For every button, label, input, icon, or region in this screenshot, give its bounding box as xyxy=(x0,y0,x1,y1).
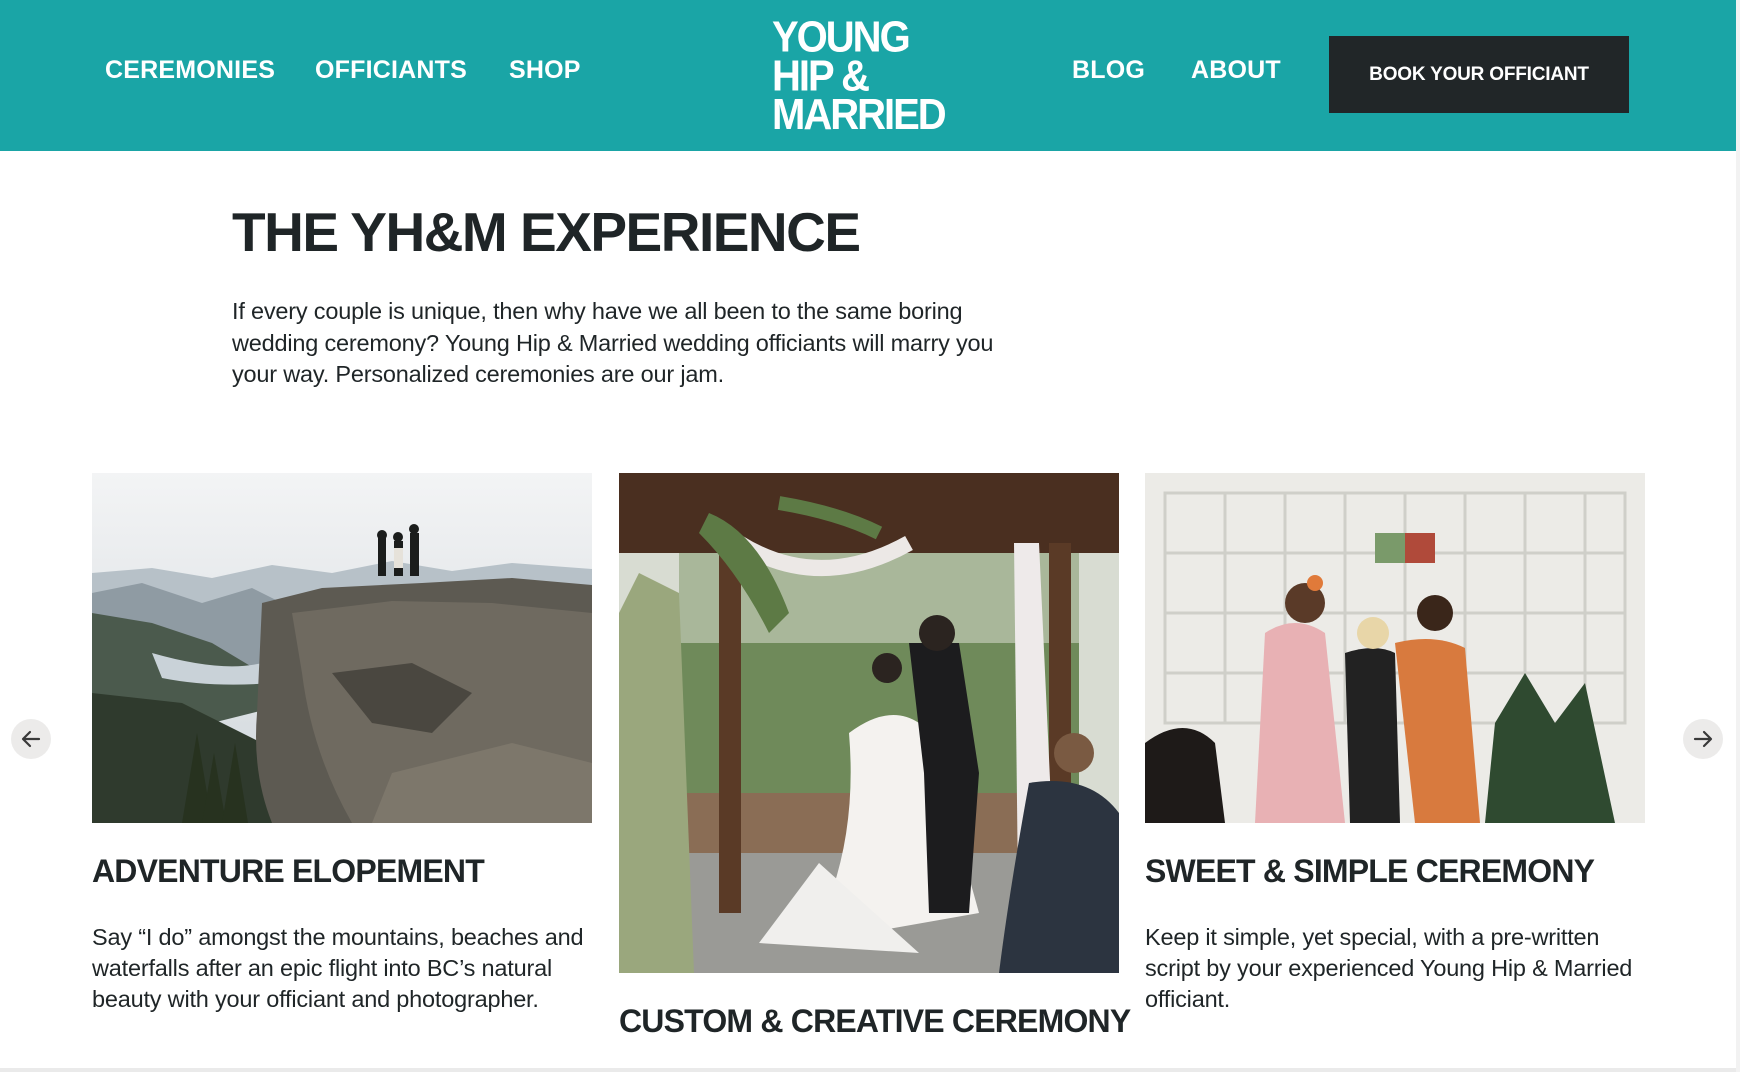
carousel-next-button[interactable] xyxy=(1683,719,1723,759)
nav-officiants[interactable]: OFFICIANTS xyxy=(315,56,467,85)
sweet-simple-ceremony-photo[interactable] xyxy=(1145,473,1645,823)
site-logo[interactable]: YOUNG HIP & MARRIED xyxy=(772,13,947,142)
page-right-edge xyxy=(1736,0,1740,1072)
card-text-sweet-simple: Keep it simple, yet special, with a pre-… xyxy=(1145,924,1633,1012)
carousel-prev-button[interactable] xyxy=(11,719,51,759)
custom-ceremony-photo[interactable] xyxy=(619,473,1119,973)
site-header: CEREMONIES OFFICIANTS SHOP YOUNG HIP & M… xyxy=(0,0,1736,151)
book-officiant-button[interactable]: BOOK YOUR OFFICIANT xyxy=(1329,36,1629,113)
adventure-elopement-photo[interactable] xyxy=(92,473,592,823)
card-text-adventure: Say “I do” amongst the mountains, beache… xyxy=(92,924,584,1012)
nav-shop[interactable]: SHOP xyxy=(509,56,581,85)
intro-paragraph: If every couple is unique, then why have… xyxy=(232,298,994,387)
logo-line-young: YOUNG xyxy=(772,13,911,62)
arrow-right-icon xyxy=(1693,730,1713,748)
nav-ceremonies[interactable]: CEREMONIES xyxy=(105,56,275,85)
arrow-left-icon xyxy=(21,730,41,748)
card-title-sweet-simple: SWEET & SIMPLE CEREMONY xyxy=(1145,853,1595,889)
nav-blog[interactable]: BLOG xyxy=(1072,56,1145,85)
logo-line-hip: HIP & xyxy=(772,52,870,101)
section-title: THE YH&M EXPERIENCE xyxy=(232,201,861,263)
nav-about[interactable]: ABOUT xyxy=(1191,56,1281,85)
card-title-adventure: ADVENTURE ELOPEMENT xyxy=(92,853,485,889)
card-title-custom: CUSTOM & CREATIVE CEREMONY xyxy=(619,1003,1131,1039)
page-bottom-divider xyxy=(0,1068,1740,1072)
logo-line-married: MARRIED xyxy=(772,91,947,139)
